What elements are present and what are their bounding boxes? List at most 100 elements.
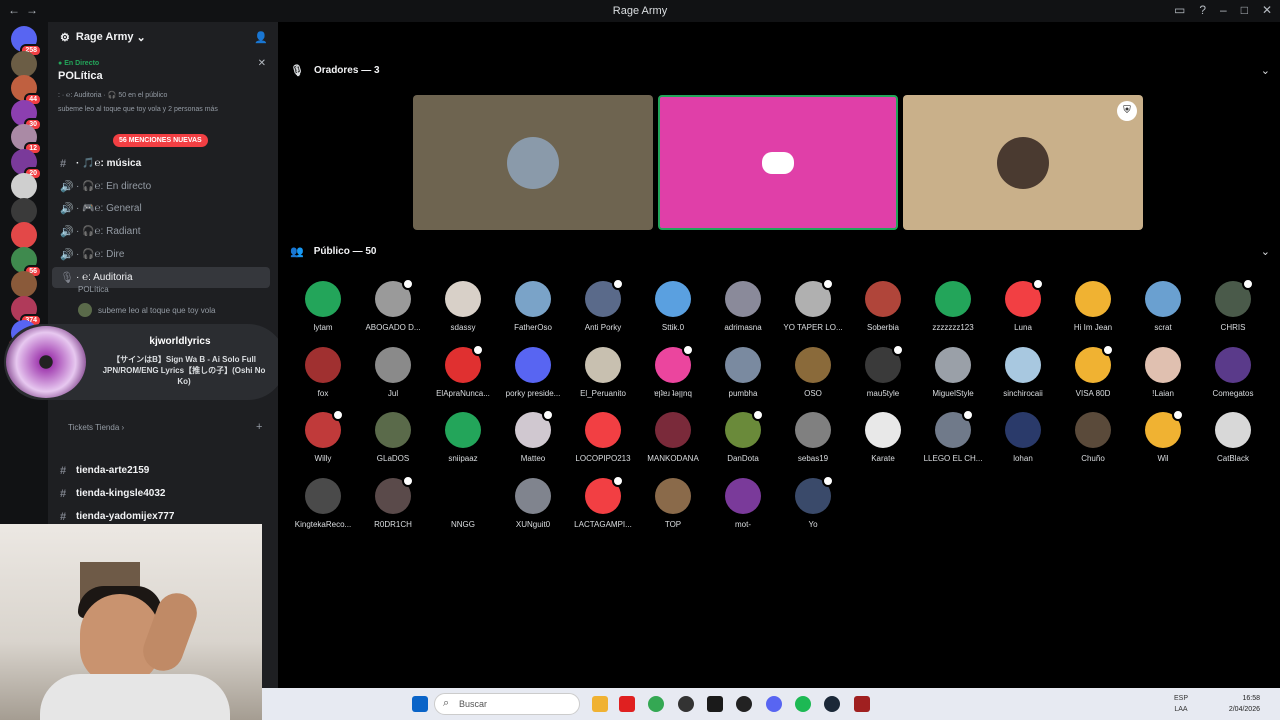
inbox-icon[interactable]: ▭ [1174,3,1185,17]
file-explorer-icon[interactable] [592,696,608,712]
server-icon[interactable]: 258 [11,26,42,57]
audience-member[interactable]: Wil [1128,409,1198,463]
audience-member[interactable]: pumbha [708,346,778,398]
clock[interactable]: 16:58 2/04/2026 [1229,693,1260,715]
audience-member[interactable]: Comegatos [1198,346,1268,398]
add-member-icon[interactable]: 👤 [254,31,268,44]
audience-member[interactable]: NNGG [428,477,498,529]
app-icon[interactable] [736,696,752,712]
live-event-card[interactable]: ● En Directo ✕ POLítica : · ℮: Auditoria… [48,52,278,113]
chrome-icon[interactable] [648,696,664,712]
guild-header[interactable]: ⚙ Rage Army ⌄ 👤 [48,22,278,52]
audience-member[interactable]: adrimasna [708,281,778,332]
audience-member[interactable]: Hi Im Jean [1058,281,1128,332]
audience-member[interactable]: Anti Porky [568,278,638,332]
server-icon[interactable]: 56 [11,246,42,278]
app-icon[interactable] [678,696,694,712]
youtube-icon[interactable] [619,696,635,712]
audience-member[interactable]: zzzzzzz123 [918,281,988,332]
audience-member[interactable]: MiguelStyle [918,346,988,398]
audience-member[interactable]: CHRIS [1198,278,1268,332]
channel-item[interactable]: 🔊 · 🎧℮: En directo [52,176,270,197]
audience-member[interactable]: GLaDOS [358,412,428,463]
audience-member[interactable]: Karate [848,412,918,463]
audience-member[interactable]: lohan [988,412,1058,463]
minimize-icon[interactable]: – [1220,3,1227,17]
audience-member[interactable]: Luna [988,278,1058,332]
audience-member[interactable]: sebas19 [778,412,848,463]
audience-member[interactable]: MANKODANA [638,412,708,463]
audience-member[interactable]: Yo [778,474,848,529]
server-icon[interactable]: 30 [11,99,42,131]
audience-member[interactable]: sinchirocaii [988,346,1058,398]
audience-member[interactable]: Soberbia [848,281,918,332]
audience-member[interactable]: XUNguit0 [498,477,568,529]
window-controls[interactable]: ▭? – □ ✕ [1174,3,1272,17]
audience-member[interactable]: OSO [778,346,848,398]
channel-item[interactable]: 🔊 · 🎮℮: General [52,198,270,219]
close-icon[interactable]: ✕ [1262,3,1272,17]
music-popup[interactable]: kjworldlyrics 【サインはB】Sign Wa B - Ai Solo… [4,324,286,400]
audience-member[interactable]: ABOGADO D... [358,278,428,332]
audience-member[interactable]: fox [288,346,358,398]
chevron-down-icon[interactable]: ⌄ [1261,245,1270,258]
add-channel-icon[interactable]: + [256,421,262,433]
speaker-tile[interactable]: ⛨ [903,95,1143,230]
audience-member[interactable]: LLEGO EL CH... [918,409,988,463]
windows-start-icon[interactable] [412,696,428,712]
audience-member[interactable]: R0DR1CH [358,474,428,529]
voice-user[interactable]: subeme leo al toque que toy vola [52,301,270,319]
help-icon[interactable]: ? [1199,3,1206,17]
server-icon[interactable] [11,50,37,77]
audience-member[interactable]: FatherOso [498,281,568,332]
audience-member[interactable]: YO TAPER LO... [778,278,848,332]
channel-item[interactable]: 🔊 · 🎧℮: Radiant [52,221,270,242]
audience-member[interactable]: ElApraNunca... [428,343,498,398]
audience-member[interactable]: Willy [288,409,358,463]
audience-member[interactable]: DanDota [708,409,778,463]
audience-member[interactable]: TOP [638,477,708,529]
audience-member[interactable]: porky preside... [498,346,568,398]
ticket-channel[interactable]: # tienda-kingsle4032 [52,483,270,504]
audience-member[interactable]: lytam [288,281,358,332]
audience-member[interactable]: scrat [1128,281,1198,332]
server-icon[interactable]: 44 [11,75,42,106]
server-icon[interactable]: 12 [11,124,42,155]
audience-member[interactable]: Sttik.0 [638,281,708,332]
audience-member[interactable]: sniipaaz [428,412,498,463]
channel-item[interactable]: # · 🎵℮: música [52,153,270,174]
server-icon[interactable]: 374 [11,295,42,327]
new-mentions-badge[interactable]: 56 MENCIONES NUEVAS [113,134,208,147]
audience-member[interactable]: LACTAGAMPI... [568,474,638,529]
app-icon[interactable] [707,696,723,712]
audience-member[interactable]: !Laian [1128,346,1198,398]
taskbar-search[interactable]: ⌕ Buscar [434,693,580,715]
audience-member[interactable]: Matteo [498,409,568,463]
discord-icon[interactable] [766,696,782,712]
spotify-icon[interactable] [795,696,811,712]
close-icon[interactable]: ✕ [258,58,266,69]
server-icon[interactable] [11,222,37,248]
server-icon[interactable]: 20 [11,148,42,180]
audience-member[interactable]: El_Peruanito [568,346,638,398]
audience-member[interactable]: KingtekaReco... [288,477,358,529]
server-icon[interactable] [11,271,37,297]
chevron-down-icon[interactable]: ⌄ [1261,64,1270,77]
audience-member[interactable]: mau5tyle [848,343,918,398]
maximize-icon[interactable]: □ [1241,3,1248,17]
audience-member[interactable]: CatBlack [1198,412,1268,463]
audience-member[interactable]: sdassy [428,281,498,332]
audience-member[interactable]: Jul [358,346,428,398]
server-icon[interactable] [11,197,37,224]
channel-item[interactable]: 🔊 · 🎧℮: Dire [52,244,270,265]
speaker-tile[interactable] [658,95,898,230]
dota-icon[interactable] [854,696,870,712]
audience-member[interactable]: LOCOPIPO213 [568,412,638,463]
ticket-channel[interactable]: # tienda-arte2159 [52,460,270,481]
category-tickets[interactable]: Tickets Tienda › [68,423,124,432]
server-icon[interactable] [11,173,37,199]
speaker-tile[interactable] [413,95,653,230]
audience-member[interactable]: Chuño [1058,412,1128,463]
audience-member[interactable]: VISA 80D [1058,343,1128,398]
audience-member[interactable]: mot- [708,477,778,529]
